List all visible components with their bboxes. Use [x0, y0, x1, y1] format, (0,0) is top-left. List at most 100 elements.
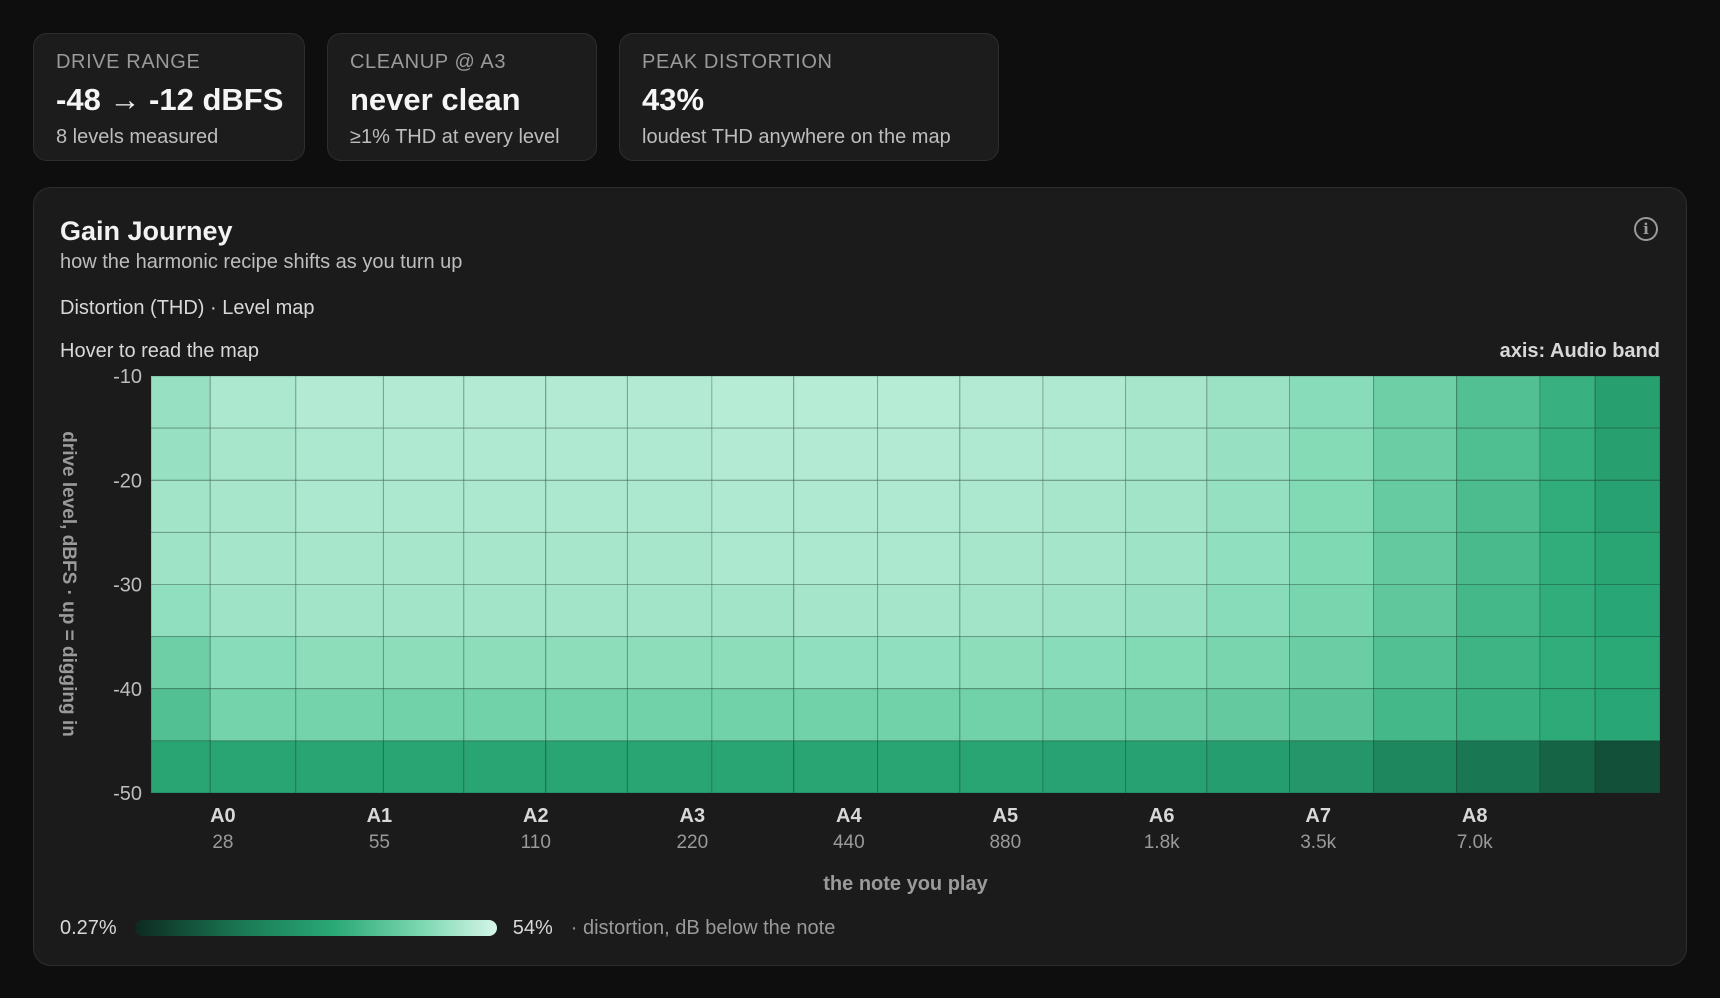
heatmap-cell [959, 636, 1044, 690]
heatmap-cell [1539, 427, 1596, 481]
x-axis-label: the note you play [823, 873, 988, 895]
heatmap-cell [1042, 636, 1127, 690]
heatmap-cell [295, 636, 384, 690]
heatmap-cell [1289, 740, 1375, 794]
heatmap-cell [1456, 584, 1541, 638]
heatmap-cell [150, 375, 211, 429]
heatmap-cell [150, 740, 211, 794]
heatmap-cell [295, 479, 384, 533]
heatmap-cell [209, 688, 297, 742]
heatmap-cell [545, 427, 628, 481]
heatmap-cell [382, 636, 465, 690]
heatmap-cell [711, 375, 795, 429]
stat-value: never clean [350, 82, 521, 117]
heatmap-cell [1125, 479, 1208, 533]
heatmap-cell [463, 531, 547, 585]
heatmap-cell [1539, 479, 1596, 533]
heatmap-cell [793, 479, 879, 533]
gain-journey-panel: Gain Journey how the harmonic recipe shi… [33, 187, 1687, 966]
heatmap-cell [295, 740, 384, 794]
heatmap-cell [877, 636, 961, 690]
heatmap-cell [209, 375, 297, 429]
heatmap-cell [463, 427, 547, 481]
heatmap-cell [1125, 584, 1208, 638]
heatmap-cell [150, 688, 211, 742]
color-legend: 0.27% 54% · distortion, dB below the not… [60, 913, 835, 943]
heatmap-cell [1125, 531, 1208, 585]
stat-value: -48 → -12 dBFS [56, 82, 284, 117]
heatmap-cell [793, 688, 879, 742]
heatmap-cell [545, 479, 628, 533]
heatmap-cell [1456, 427, 1541, 481]
heatmap-cell [1042, 740, 1127, 794]
stat-sub: ≥1% THD at every level [350, 126, 560, 148]
heatmap-cell [1539, 584, 1596, 638]
heatmap-cell [626, 584, 713, 638]
stat-label: CLEANUP @ A3 [350, 51, 507, 73]
heatmap-cell [295, 688, 384, 742]
x-tick-note: A2 [523, 805, 549, 827]
heatmap-cell [1042, 531, 1127, 585]
heatmap-cell [626, 531, 713, 585]
x-tick-freq: 440 [833, 832, 865, 853]
heatmap-cell [382, 688, 465, 742]
x-tick-freq: 880 [989, 832, 1021, 853]
heatmap-cell [1289, 427, 1375, 481]
heatmap-cell [626, 740, 713, 794]
heatmap-cell [793, 584, 879, 638]
heatmap-cell [626, 427, 713, 481]
heatmap-cell [877, 479, 961, 533]
heatmap-cell [1539, 636, 1596, 690]
heatmap-cell [793, 427, 879, 481]
heatmap-cell [382, 531, 465, 585]
heatmap-cell [1289, 375, 1375, 429]
heatmap-cell [959, 531, 1044, 585]
x-tick-freq: 220 [676, 832, 708, 853]
heatmap-cell [1289, 584, 1375, 638]
heatmap-cell [1125, 375, 1208, 429]
heatmap-cell [1206, 688, 1291, 742]
heatmap-cell [1125, 688, 1208, 742]
heatmap-cell [711, 584, 795, 638]
heatmap-cell [545, 688, 628, 742]
x-tick-note: A4 [836, 805, 862, 827]
heatmap-chart[interactable]: -10 -20 -30 -40 -50 drive level, dBFS · up = … [34, 188, 1688, 967]
heatmap-cell [209, 740, 297, 794]
heatmap-cell [1456, 479, 1541, 533]
heatmap-cell [463, 584, 547, 638]
heatmap-cell [209, 427, 297, 481]
legend-caption: · distortion, dB below the note [570, 916, 836, 939]
heatmap-cell [626, 375, 713, 429]
heatmap-cell [1289, 688, 1375, 742]
heatmap-cell [382, 427, 465, 481]
stat-card-drive-range: DRIVE RANGE -48 → -12 dBFS 8 levels meas… [33, 33, 305, 161]
legend-max: 54% [512, 916, 553, 939]
heatmap-cell [1594, 740, 1661, 794]
heatmap-cell [1125, 427, 1208, 481]
heatmap-cell [793, 740, 879, 794]
heatmap-cell [959, 740, 1044, 794]
heatmap-cell [1206, 479, 1291, 533]
x-tick-note: A8 [1462, 805, 1488, 827]
heatmap-cell [877, 531, 961, 585]
heatmap-cell [1373, 375, 1458, 429]
stat-value: 43% [642, 82, 705, 117]
heatmap-cell [150, 636, 211, 690]
heatmap-cell [545, 531, 628, 585]
stat-label: PEAK DISTORTION [642, 51, 833, 73]
heatmap-cell [1289, 636, 1375, 690]
y-tick-label: -50 [113, 783, 142, 805]
heatmap-cell [463, 479, 547, 533]
heatmap-cell [1373, 427, 1458, 481]
heatmap-cell [463, 636, 547, 690]
x-tick-note: A5 [993, 805, 1019, 827]
legend-min: 0.27% [60, 916, 117, 939]
heatmap-cell [959, 688, 1044, 742]
x-tick-freq: 28 [212, 832, 233, 853]
heatmap-cell [1456, 375, 1541, 429]
heatmap-cell [209, 636, 297, 690]
heatmap-cell [1539, 375, 1596, 429]
heatmap-cell [1594, 636, 1661, 690]
heatmap-cell [1206, 636, 1291, 690]
heatmap-cell [150, 531, 211, 585]
